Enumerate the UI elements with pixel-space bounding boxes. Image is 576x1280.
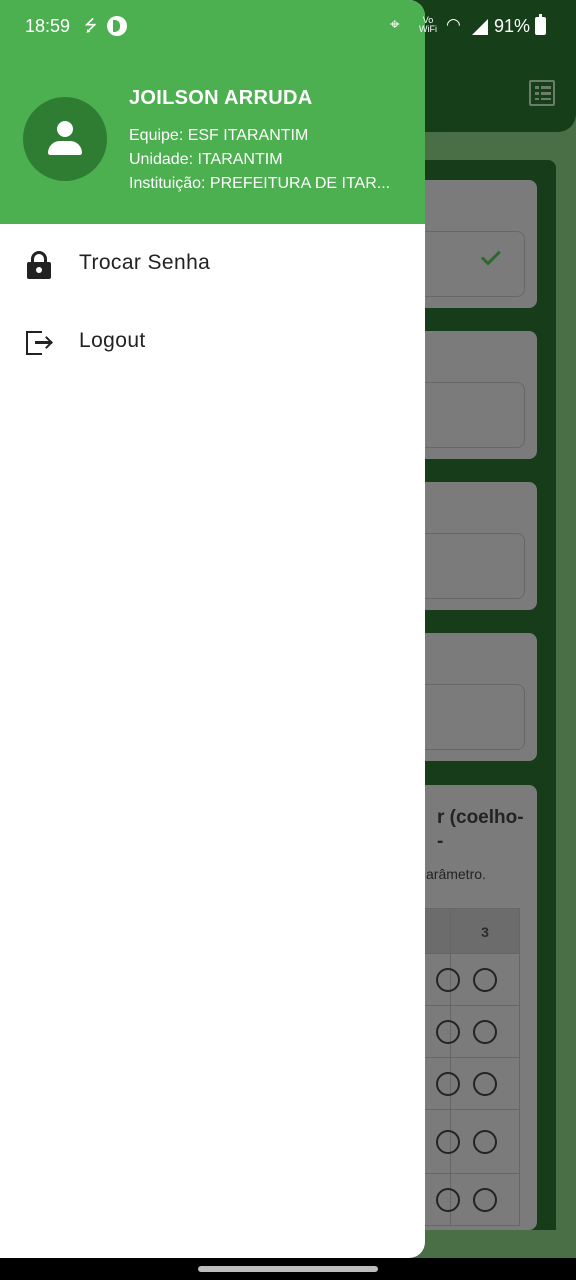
- battery-icon: [535, 14, 546, 35]
- person-icon: [57, 121, 73, 137]
- list-icon[interactable]: [529, 80, 555, 106]
- home-gesture-handle[interactable]: [198, 1266, 378, 1272]
- avatar: [23, 97, 107, 181]
- user-name: JOILSON ARRUDA: [129, 87, 313, 109]
- app-notification-icon: [107, 16, 127, 36]
- menu-item-label: Logout: [79, 329, 146, 352]
- menu-item-trocar-senha[interactable]: Trocar Senha: [0, 224, 425, 302]
- radio-button[interactable]: [473, 1129, 497, 1154]
- navigation-drawer: JOILSON ARRUDA Equipe: ESF ITARANTIM Uni…: [0, 0, 425, 1258]
- radio-button[interactable]: [473, 1071, 497, 1096]
- user-instituicao: Instituição: PREFEITURA DE ITAR...: [129, 175, 391, 192]
- user-unidade: Unidade: ITARANTIM: [129, 151, 283, 168]
- user-equipe: Equipe: ESF ITARANTIM: [129, 127, 309, 144]
- question-hint: arâmetro.: [426, 866, 486, 882]
- logout-icon: [26, 329, 53, 357]
- navigation-bar: [0, 1258, 576, 1280]
- signal-icon: [472, 19, 488, 35]
- radio-button[interactable]: [473, 1187, 497, 1212]
- location-icon: ⌖: [390, 15, 400, 34]
- status-bar: 18:59 ⭍ ⌖ Vo WiFi ◠ 91%: [0, 0, 576, 54]
- usb-icon: ⭍: [84, 18, 98, 35]
- radio-button[interactable]: [473, 967, 497, 992]
- radio-button[interactable]: [473, 1019, 497, 1044]
- wifi-icon: ◠: [446, 15, 461, 34]
- menu-item-label: Trocar Senha: [79, 251, 211, 274]
- vowifi-icon: Vo WiFi: [419, 15, 437, 34]
- menu-item-logout[interactable]: Logout: [0, 302, 425, 380]
- lock-icon: [26, 251, 52, 279]
- question-title: r (coelho- -: [437, 807, 524, 852]
- column-header: 3: [481, 924, 489, 940]
- check-icon: [480, 252, 504, 266]
- status-time: 18:59: [25, 16, 71, 36]
- battery-percent: 91%: [494, 16, 531, 36]
